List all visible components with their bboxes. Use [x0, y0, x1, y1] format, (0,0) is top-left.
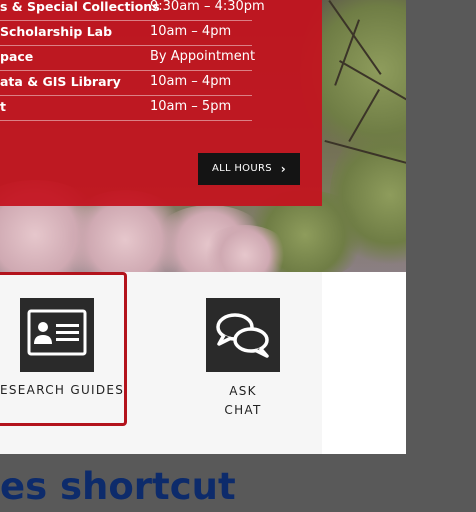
hours-location: Scholarship Lab — [0, 24, 113, 39]
research-guides-tile[interactable] — [20, 298, 94, 372]
hours-panel: s & Special Collections 9:30am – 4:30pm … — [0, 0, 322, 206]
research-guides-label[interactable]: ESEARCH GUIDES — [0, 381, 124, 400]
ask-chat-label[interactable]: ASK CHAT — [206, 382, 280, 420]
all-hours-label: ALL HOURS — [212, 163, 272, 174]
ask-chat-label-line1: ASK — [229, 384, 257, 398]
hours-time: 10am – 4pm — [150, 74, 232, 89]
hours-row: s & Special Collections 9:30am – 4:30pm — [0, 0, 265, 21]
hours-row: t 10am – 5pm — [0, 95, 252, 121]
hours-location: pace — [0, 49, 34, 64]
hours-location: s & Special Collections — [0, 0, 160, 14]
chevron-right-icon: › — [280, 162, 286, 176]
hours-row: pace By Appointment — [0, 45, 256, 71]
hours-time: 10am – 4pm — [150, 24, 232, 39]
section-heading: es shortcut — [0, 465, 236, 508]
page: s & Special Collections 9:30am – 4:30pm … — [0, 0, 476, 512]
ask-chat-tile[interactable] — [206, 298, 280, 372]
hours-time: 9:30am – 4:30pm — [150, 0, 265, 14]
hours-row: Scholarship Lab 10am – 4pm — [0, 20, 252, 46]
panel-seam — [322, 272, 406, 454]
hours-location: t — [0, 99, 6, 114]
chat-bubbles-icon — [216, 313, 269, 358]
hours-time: 10am – 5pm — [150, 99, 232, 114]
ask-chat-label-line2: CHAT — [224, 403, 262, 417]
hours-time: By Appointment — [150, 49, 256, 64]
all-hours-button[interactable]: ALL HOURS › — [198, 153, 300, 185]
hours-location: ata & GIS Library — [0, 74, 121, 89]
hours-row: ata & GIS Library 10am – 4pm — [0, 70, 252, 96]
id-card-icon — [27, 309, 87, 356]
